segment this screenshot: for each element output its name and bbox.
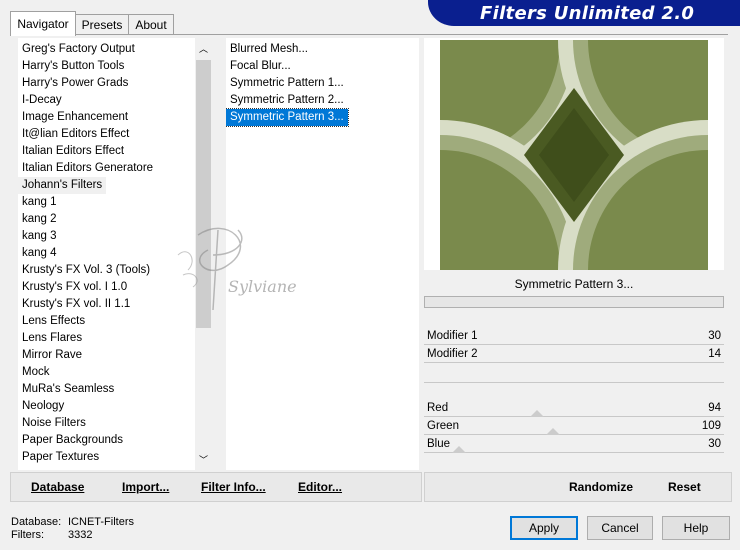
scroll-up-icon[interactable]: ︿ — [199, 42, 208, 55]
blue-slider[interactable]: Blue 30 — [424, 436, 724, 453]
green-slider-thumb[interactable] — [546, 428, 560, 435]
category-item[interactable]: kang 4 — [18, 245, 61, 262]
tab-presets[interactable]: Presets — [75, 14, 129, 35]
category-item[interactable]: Johann's Filters — [18, 177, 107, 194]
help-button[interactable]: Help — [662, 516, 730, 540]
category-item[interactable]: Italian Editors Generatore — [18, 160, 157, 177]
modifier-1-slider[interactable]: Modifier 1 30 — [424, 328, 724, 345]
watermark-text: Sylviane — [228, 277, 297, 296]
category-item[interactable]: Mirror Rave — [18, 347, 86, 364]
reset-button[interactable]: Reset — [668, 480, 701, 494]
category-item[interactable]: Greg's Factory Output — [18, 41, 139, 58]
database-button[interactable]: Database — [31, 480, 84, 494]
category-item[interactable]: Paper Backgrounds — [18, 432, 127, 449]
category-item[interactable]: I-Decay — [18, 92, 66, 109]
category-item[interactable]: Harry's Power Grads — [18, 75, 132, 92]
preview-caption: Symmetric Pattern 3... — [514, 277, 634, 291]
category-item[interactable]: Lens Effects — [18, 313, 89, 330]
editor-button[interactable]: Editor... — [298, 480, 342, 494]
banner-title: Filters Unlimited 2.0 — [480, 3, 695, 24]
filter-item[interactable]: Symmetric Pattern 2... — [226, 92, 348, 109]
tab-about[interactable]: About — [128, 14, 174, 35]
randomize-button[interactable]: Randomize — [569, 480, 633, 494]
tab-strip-border — [10, 34, 728, 35]
status-database-value: ICNET-Filters — [68, 516, 134, 528]
filter-info-button[interactable]: Filter Info... — [201, 480, 266, 494]
modifier-2-slider[interactable]: Modifier 2 14 — [424, 346, 724, 363]
category-item[interactable]: Paper Textures — [18, 449, 103, 466]
category-item[interactable]: Krusty's FX vol. II 1.1 — [18, 296, 134, 313]
category-item[interactable]: Image Enhancement — [18, 109, 132, 126]
status-database-label: Database: — [11, 516, 62, 528]
filter-item[interactable]: Focal Blur... — [226, 58, 295, 75]
status-filters-label: Filters: — [11, 529, 44, 541]
apply-button[interactable]: Apply — [510, 516, 578, 540]
tab-navigator[interactable]: Navigator — [10, 11, 76, 36]
category-item[interactable]: Krusty's FX Vol. 3 (Tools) — [18, 262, 154, 279]
scroll-down-icon[interactable]: ﹀ — [199, 453, 208, 466]
category-item[interactable]: kang 1 — [18, 194, 61, 211]
category-item[interactable]: It@lian Editors Effect — [18, 126, 133, 143]
category-item[interactable]: Italian Editors Effect — [18, 143, 128, 160]
preview-image — [440, 40, 708, 270]
progress-bar — [424, 296, 724, 308]
watermark-logo: Sylviane — [168, 215, 318, 315]
blue-slider-thumb[interactable] — [452, 446, 466, 453]
category-item[interactable]: Noise Filters — [18, 415, 90, 432]
category-item[interactable]: Krusty's FX vol. I 1.0 — [18, 279, 131, 296]
green-slider[interactable]: Green 109 — [424, 418, 724, 435]
cancel-button[interactable]: Cancel — [587, 516, 653, 540]
category-item[interactable]: kang 2 — [18, 211, 61, 228]
category-item[interactable]: Lens Flares — [18, 330, 86, 347]
category-item[interactable]: MuRa's Seamless — [18, 381, 118, 398]
import-button[interactable]: Import... — [122, 480, 169, 494]
category-item[interactable]: kang 3 — [18, 228, 61, 245]
filter-item[interactable]: Blurred Mesh... — [226, 41, 312, 58]
category-item[interactable]: Mock — [18, 364, 53, 381]
filter-item[interactable]: Symmetric Pattern 1... — [226, 75, 348, 92]
red-slider[interactable]: Red 94 — [424, 400, 724, 417]
category-item[interactable]: Harry's Button Tools — [18, 58, 128, 75]
red-slider-thumb[interactable] — [530, 410, 544, 417]
category-item[interactable]: Neology — [18, 398, 68, 415]
filter-item[interactable]: Symmetric Pattern 3... — [226, 108, 349, 127]
preview-frame — [424, 38, 724, 270]
empty-slider-line — [424, 382, 724, 383]
status-filters-value: 3332 — [68, 529, 93, 541]
